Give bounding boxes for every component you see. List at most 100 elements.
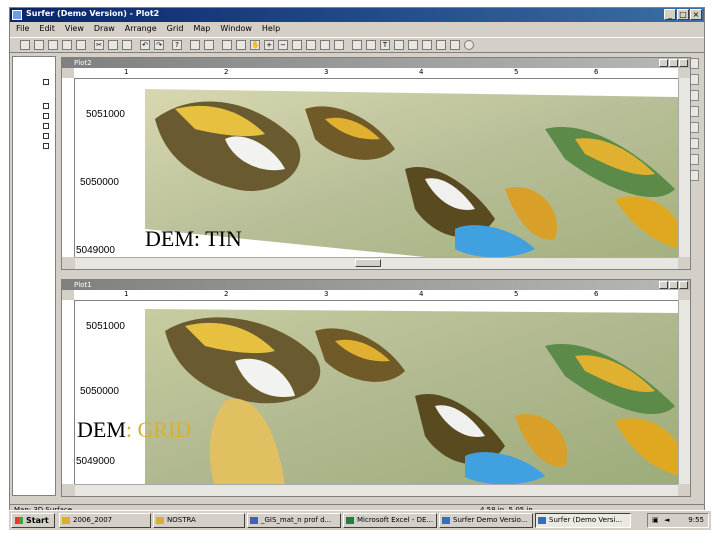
taskbar-item-active[interactable]: Surfer (Demo Versi... [535, 513, 631, 528]
plot1-close-button[interactable] [679, 281, 688, 289]
menu-view[interactable]: View [65, 23, 84, 35]
rounded-rectangle-icon[interactable] [450, 40, 460, 50]
plot2-horizontal-scrollbar[interactable] [75, 257, 678, 269]
plot1-maximize-button[interactable] [669, 281, 678, 289]
taskbar-item-label: _GIS_mat_n prof d... [261, 516, 332, 524]
plot2-maximize-button[interactable] [669, 59, 678, 67]
taskbar-item[interactable]: Surfer Demo Versio... [439, 513, 533, 528]
redo-icon[interactable]: ↷ [154, 40, 164, 50]
polygon-icon[interactable] [394, 40, 404, 50]
menu-arrange[interactable]: Arrange [125, 23, 157, 35]
menu-grid[interactable]: Grid [167, 23, 184, 35]
select-icon[interactable] [190, 40, 200, 50]
map-3d-icon[interactable] [366, 40, 376, 50]
maximize-button[interactable]: □ [677, 9, 689, 20]
toolbar: ✂ ↶ ↷ ? ✋ + − T [10, 37, 704, 53]
taskbar-item-label: Surfer Demo Versio... [453, 516, 528, 524]
volume-icon[interactable]: ◄ [664, 514, 669, 527]
plot2-window: Plot2 1 2 3 4 5 6 5051000 5050000 504900… [61, 57, 691, 270]
taskbar-item[interactable]: NOSTRA [153, 513, 245, 528]
ruler-tick: 1 [124, 68, 129, 76]
system-tray: ▣ ◄ 9:55 [647, 513, 709, 528]
tree-checkbox[interactable] [43, 143, 49, 149]
dem-tin-label: DEM: TIN [145, 226, 242, 251]
tree-checkbox[interactable] [43, 103, 49, 109]
scroll-thumb[interactable] [355, 259, 381, 267]
plot2-close-button[interactable] [679, 59, 688, 67]
undo-icon[interactable]: ↶ [140, 40, 150, 50]
plot1-minimize-button[interactable] [659, 281, 668, 289]
zoom-in-icon[interactable]: + [264, 40, 274, 50]
symbol-icon[interactable] [422, 40, 432, 50]
plot2-minimize-button[interactable] [659, 59, 668, 67]
rectangle-icon[interactable] [436, 40, 446, 50]
pan-icon[interactable]: ✋ [250, 40, 260, 50]
object-manager-panel[interactable] [12, 56, 56, 496]
print-preview-icon[interactable] [62, 40, 72, 50]
close-button[interactable]: × [690, 9, 702, 20]
paste-icon[interactable] [122, 40, 132, 50]
ruler-tick: 3 [324, 68, 329, 76]
taskbar-item[interactable]: _GIS_mat_n prof d... [247, 513, 341, 528]
start-label: Start [26, 516, 49, 525]
tree-expand-icon[interactable] [43, 79, 49, 85]
language-indicator-icon[interactable]: ▣ [652, 514, 659, 527]
vertical-ruler [62, 300, 75, 484]
zoom-page-icon[interactable] [236, 40, 246, 50]
zoom-out-icon[interactable]: − [278, 40, 288, 50]
open-icon[interactable] [34, 40, 44, 50]
taskbar-item[interactable]: 2006_2007 [59, 513, 151, 528]
plot1-horizontal-scrollbar[interactable] [75, 484, 678, 496]
plot2-canvas[interactable]: 5051000 5050000 5049000 DEM: TIN [75, 79, 678, 257]
ruler-tick: 2 [224, 68, 229, 76]
excel-icon [346, 517, 354, 524]
menu-edit[interactable]: Edit [39, 23, 55, 35]
windows-taskbar: Start 2006_2007 NOSTRA _GIS_mat_n prof d… [9, 510, 711, 530]
cut-icon[interactable]: ✂ [94, 40, 104, 50]
menu-help[interactable]: Help [262, 23, 280, 35]
object-manager-icon[interactable] [204, 40, 214, 50]
plot1-vertical-scrollbar[interactable] [678, 300, 690, 484]
taskbar-item-label: 2006_2007 [73, 516, 113, 524]
menu-window[interactable]: Window [220, 23, 252, 35]
text-icon[interactable]: T [380, 40, 390, 50]
menu-file[interactable]: File [16, 23, 29, 35]
dem-grid-label: DEM: GRID [77, 417, 191, 443]
tree-checkbox[interactable] [43, 123, 49, 129]
title-bar[interactable]: Surfer (Demo Version) - Plot2 _ □ × [10, 8, 704, 22]
redraw-icon[interactable] [334, 40, 344, 50]
zoom-extents-icon[interactable] [306, 40, 316, 50]
plot1-canvas[interactable]: 5051000 5050000 5049000 DEM: GRID [75, 301, 678, 484]
start-button[interactable]: Start [11, 513, 55, 528]
plot2-title[interactable]: Plot2 [62, 58, 690, 68]
rotate-icon[interactable] [352, 40, 362, 50]
save-icon[interactable] [48, 40, 58, 50]
polyline-icon[interactable] [408, 40, 418, 50]
menu-map[interactable]: Map [193, 23, 210, 35]
plot1-title[interactable]: Plot1 [62, 280, 690, 290]
zoom-rect-icon[interactable] [222, 40, 232, 50]
clock: 9:55 [688, 516, 704, 524]
surfer-icon [442, 517, 450, 524]
dem-label-text: DEM [77, 417, 126, 442]
taskbar-item[interactable]: Microsoft Excel - DE... [343, 513, 437, 528]
grid-terrain-render [145, 309, 678, 484]
minimize-button[interactable]: _ [664, 9, 676, 20]
print-icon[interactable] [76, 40, 86, 50]
plot2-vertical-scrollbar[interactable] [678, 78, 690, 257]
menu-draw[interactable]: Draw [94, 23, 115, 35]
zoom-realtime-icon[interactable] [320, 40, 330, 50]
northing-label: 5051000 [85, 321, 126, 332]
tree-checkbox[interactable] [43, 133, 49, 139]
copy-icon[interactable] [108, 40, 118, 50]
help-icon[interactable]: ? [172, 40, 182, 50]
menu-bar: File Edit View Draw Arrange Grid Map Win… [10, 23, 704, 35]
grid-label-text: : GRID [125, 417, 192, 442]
taskbar-item-label: NOSTRA [167, 516, 196, 524]
tree-checkbox[interactable] [43, 113, 49, 119]
new-icon[interactable] [20, 40, 30, 50]
ellipse-icon[interactable] [464, 40, 474, 50]
windows-logo-icon [15, 517, 23, 524]
zoom-selected-icon[interactable] [292, 40, 302, 50]
northing-label: 5049000 [75, 245, 116, 256]
